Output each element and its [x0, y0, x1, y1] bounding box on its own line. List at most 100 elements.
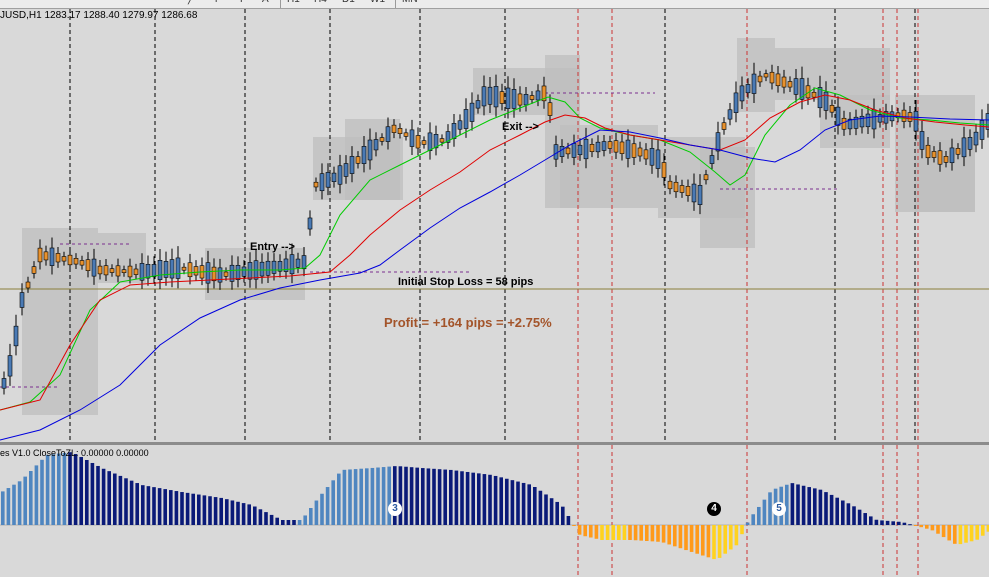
histogram-bar [908, 524, 912, 526]
histogram-bar [846, 503, 851, 525]
histogram-bar [611, 525, 615, 540]
histogram-bar [941, 525, 946, 538]
histogram-bar [510, 480, 515, 525]
candle-body [631, 143, 637, 158]
candle-body [481, 86, 487, 107]
histogram-bar [919, 525, 923, 528]
stop-loss-label: Initial Stop Loss = 58 pips [398, 276, 534, 288]
histogram-bar [757, 506, 761, 525]
histogram-bar [622, 525, 627, 540]
histogram-bar [958, 525, 963, 545]
candle-body [769, 71, 775, 84]
histogram-bar [174, 491, 179, 525]
candle-body [745, 84, 751, 94]
price-chart-canvas [0, 9, 989, 442]
candle-body [775, 73, 781, 87]
candle-body [733, 92, 739, 113]
timeframe-d1-button[interactable]: D1 [342, 0, 355, 7]
candle-body [307, 217, 313, 230]
histogram-bar [835, 497, 839, 525]
histogram-bar [897, 521, 901, 525]
histogram-bar [460, 471, 464, 525]
candle-body [355, 156, 361, 164]
candle-body [751, 73, 757, 94]
candle-body [31, 266, 37, 274]
histogram-bar [583, 525, 587, 537]
histogram-bar [96, 465, 100, 525]
histogram-bar [370, 467, 375, 525]
histogram-bar [505, 478, 509, 525]
histogram-bar [852, 506, 856, 525]
histogram-bar [639, 525, 643, 541]
histogram-bar [661, 525, 666, 543]
histogram-bar [337, 473, 341, 525]
candle-body [145, 263, 151, 279]
histogram-bar [359, 468, 363, 525]
histogram-bar [253, 506, 257, 525]
timeframe-w1-button[interactable]: W1 [370, 0, 385, 7]
indicator-info: es V1.0 CloseToZL: 0.00000 0.00000 [0, 448, 149, 458]
histogram-bar [555, 501, 559, 525]
candle-body [367, 139, 373, 161]
price-chart[interactable] [0, 9, 989, 442]
histogram-bar [891, 521, 895, 525]
histogram-bar [404, 466, 408, 525]
candle-body [67, 254, 73, 266]
timeframe-mn-button[interactable]: MN [402, 0, 418, 7]
candle-body [553, 144, 559, 160]
histogram-bar [45, 454, 50, 525]
indicator-window[interactable] [0, 445, 989, 577]
histogram-bar [723, 525, 727, 554]
timeframe-h4-button[interactable]: H4 [314, 0, 327, 7]
histogram-bar [157, 488, 162, 525]
histogram-bar [454, 470, 459, 525]
histogram-bar [717, 525, 722, 558]
candle-body [517, 93, 523, 106]
histogram-bar [482, 474, 487, 525]
candle-body [583, 138, 589, 160]
candle-body [289, 254, 295, 275]
candle-body [349, 156, 355, 174]
candle-body [427, 132, 433, 151]
fibonacci-fan-icon[interactable]: Ψ [212, 0, 220, 7]
histogram-bar [874, 519, 879, 525]
histogram-bar [645, 525, 649, 541]
histogram-bar [762, 499, 767, 525]
histogram-bar [538, 490, 543, 525]
candle-body [703, 174, 709, 181]
candle-body [571, 143, 577, 158]
histogram-bar [544, 494, 548, 525]
marker-4: 4 [707, 502, 721, 516]
candle-body [535, 90, 541, 101]
profit-label: Profit = +164 pips = +2.75% [384, 315, 552, 330]
candle-body [625, 139, 631, 159]
candle-body [241, 266, 247, 277]
candle-body [331, 172, 337, 183]
candle-body [937, 150, 943, 165]
session-box [775, 48, 890, 100]
timeframe-h1-button[interactable]: H1 [287, 0, 300, 7]
histogram-bar [286, 520, 291, 525]
histogram-bar [320, 493, 324, 525]
histogram-bar [331, 480, 335, 525]
histogram-bar [230, 500, 235, 525]
candle-body [679, 185, 685, 193]
candle-body [589, 144, 595, 152]
line-tool-icon[interactable]: ╱ [188, 0, 194, 7]
candle-body [181, 266, 187, 271]
candle-body [697, 185, 703, 205]
candle-body [157, 260, 163, 280]
histogram-bar [477, 473, 481, 525]
histogram-bar [824, 492, 828, 525]
histogram-bar [29, 471, 33, 525]
toolbar-separator [395, 0, 396, 8]
candle-body [739, 85, 745, 102]
histogram-bar [90, 462, 95, 525]
text-tool-icon[interactable]: A [262, 0, 269, 7]
histogram-bar [348, 469, 352, 525]
histogram-bar [813, 488, 817, 525]
histogram-bar [869, 516, 873, 525]
candle-body [151, 264, 157, 278]
candle-body [373, 139, 379, 151]
fibonacci-tool-icon[interactable]: F [240, 0, 246, 7]
